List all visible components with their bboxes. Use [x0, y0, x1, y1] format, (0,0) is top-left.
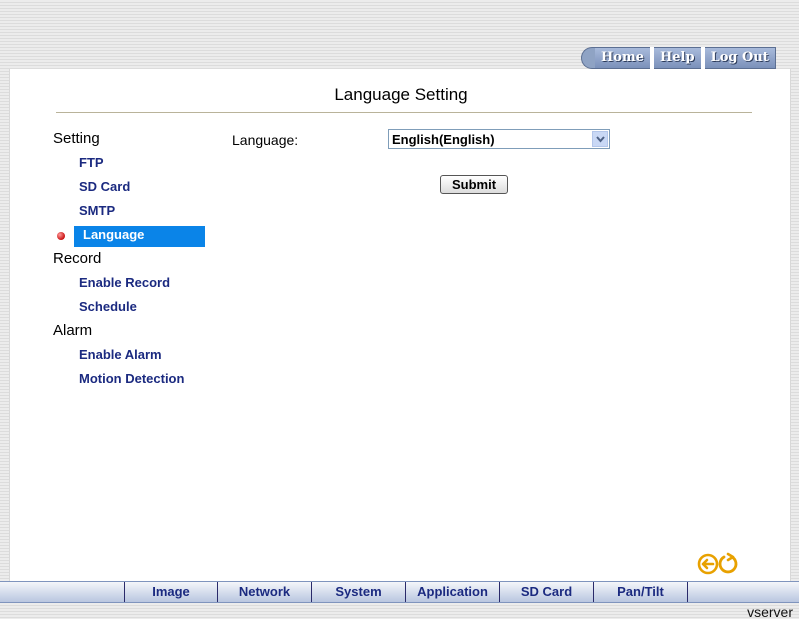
title-divider — [56, 112, 752, 113]
refresh-icon[interactable] — [717, 552, 739, 576]
tab-pan-tilt[interactable]: Pan/Tilt — [594, 582, 688, 602]
sidebar: Setting FTP SD Card SMTP Language Record… — [53, 127, 213, 391]
sidebar-item-label: FTP — [79, 155, 104, 170]
sidebar-section-record: Record — [53, 250, 102, 267]
sidebar-item-label: Motion Detection — [79, 371, 185, 386]
help-button[interactable]: Help — [653, 47, 701, 69]
top-nav-cap — [581, 47, 595, 69]
sidebar-item-label: Enable Alarm — [79, 347, 162, 362]
tab-image[interactable]: Image — [124, 582, 218, 602]
sidebar-item-label: SMTP — [79, 203, 116, 218]
tab-application[interactable]: Application — [406, 582, 500, 602]
top-nav: Home Help Log Out — [581, 47, 793, 69]
language-selected-value: English(English) — [392, 131, 495, 147]
tab-system[interactable]: System — [312, 582, 406, 602]
language-select[interactable]: English(English) — [388, 129, 610, 149]
sidebar-item-enable-record[interactable]: Enable Record — [53, 271, 213, 295]
tab-sd-card[interactable]: SD Card — [500, 582, 594, 602]
footer-brand: vserver — [747, 604, 793, 619]
sidebar-section-setting: Setting — [53, 130, 100, 147]
sidebar-item-language[interactable]: Language — [53, 223, 213, 247]
bottom-tabs: Image Network System Application SD Card… — [124, 582, 688, 602]
page-title: Language Setting — [334, 85, 468, 104]
language-label: Language: — [232, 132, 299, 148]
sidebar-item-label: Language — [83, 227, 145, 242]
back-arrow-icon[interactable] — [697, 553, 719, 575]
tab-network[interactable]: Network — [218, 582, 312, 602]
sidebar-item-enable-alarm[interactable]: Enable Alarm — [53, 343, 213, 367]
sidebar-item-motion-detection[interactable]: Motion Detection — [53, 367, 213, 391]
home-button[interactable]: Home — [595, 47, 650, 69]
logout-button[interactable]: Log Out — [704, 47, 776, 69]
chevron-down-icon[interactable] — [592, 131, 608, 147]
sidebar-item-smtp[interactable]: SMTP — [53, 199, 213, 223]
active-bullet-icon — [57, 232, 65, 240]
sidebar-item-ftp[interactable]: FTP — [53, 151, 213, 175]
submit-button[interactable]: Submit — [440, 175, 508, 194]
main-panel: Language Setting Setting FTP SD Card SMT… — [9, 69, 791, 581]
bottom-tab-bar: Image Network System Application SD Card… — [0, 581, 799, 603]
sidebar-section-alarm: Alarm — [53, 322, 93, 339]
sidebar-item-label: SD Card — [79, 179, 131, 194]
sidebar-item-label: Enable Record — [79, 275, 171, 290]
sidebar-item-sd-card[interactable]: SD Card — [53, 175, 213, 199]
sidebar-item-label: Schedule — [79, 299, 137, 314]
sidebar-item-schedule[interactable]: Schedule — [53, 295, 213, 319]
